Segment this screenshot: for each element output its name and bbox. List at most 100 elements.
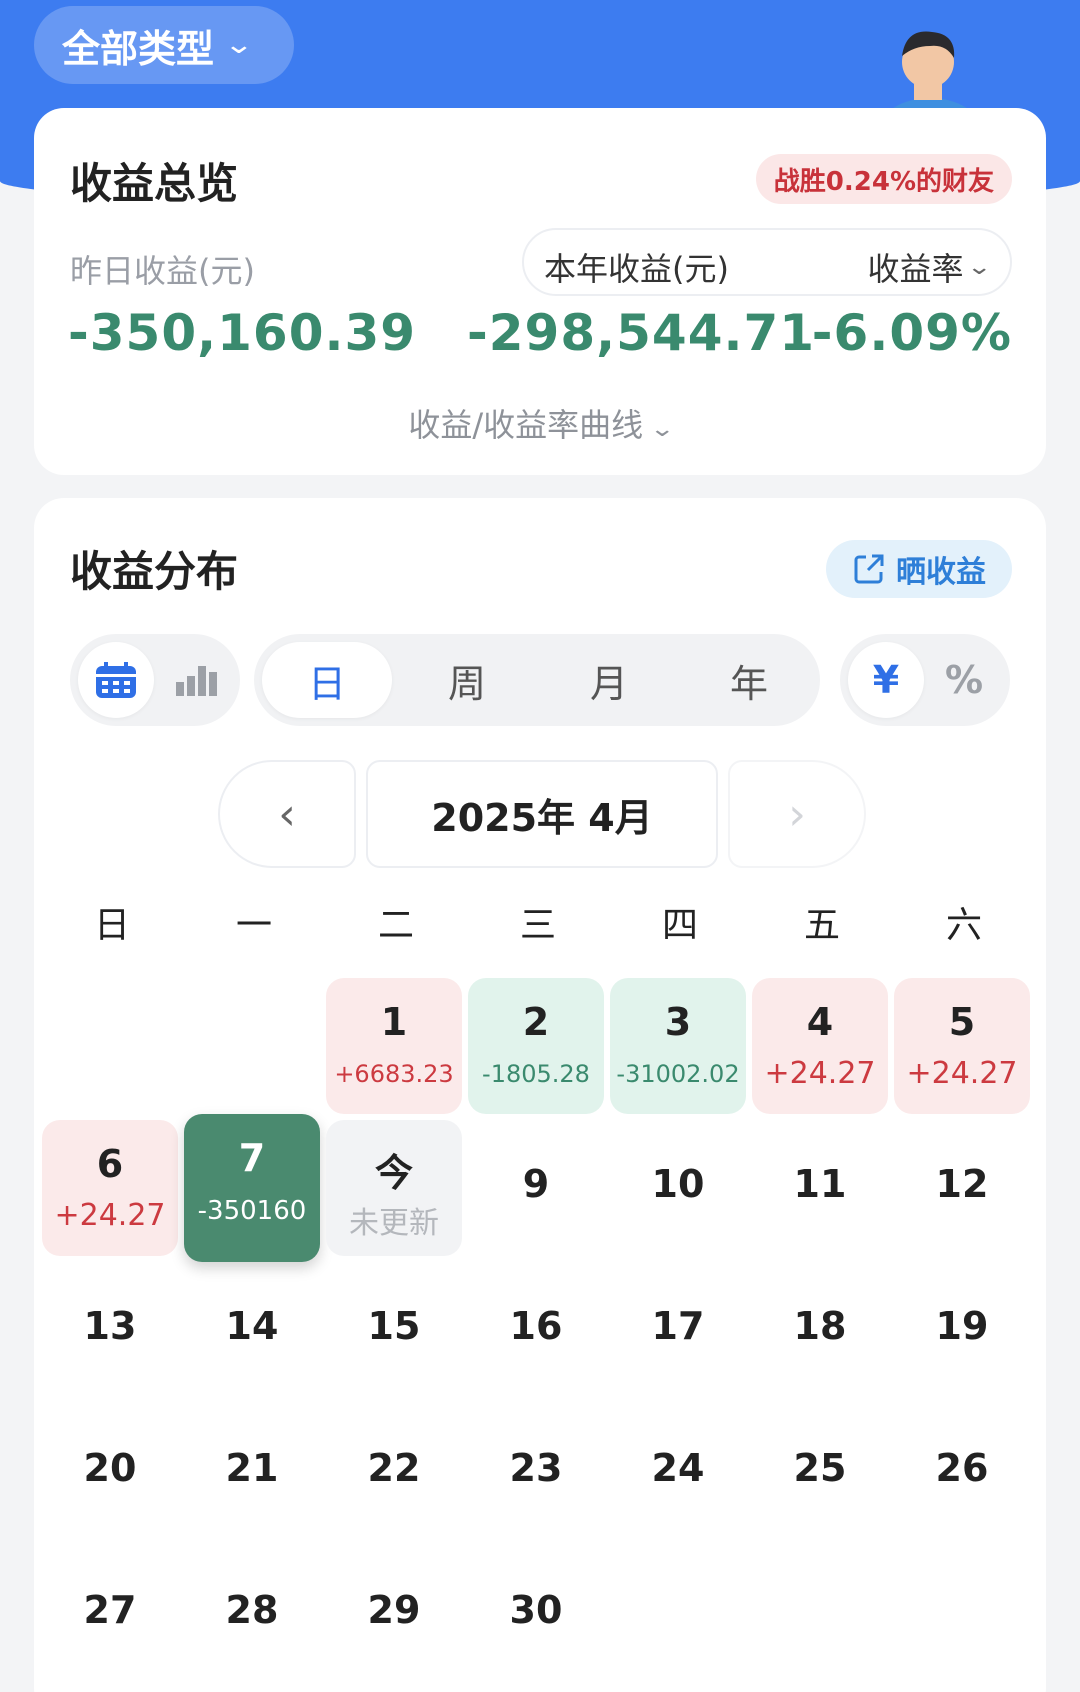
calendar-day[interactable]: 5 +24.27 [894,978,1030,1114]
day-number: 22 [367,1446,421,1490]
share-icon [854,554,884,584]
chevron-down-icon: ⌄ [965,254,992,280]
calendar-day[interactable]: 28 [184,1546,320,1682]
rate-dropdown[interactable]: 收益率 ⌄ [868,244,992,290]
period-tabs: 日 周 月 年 [254,634,820,726]
type-filter-dropdown[interactable]: 全部类型 ⌄ [34,6,294,84]
day-number: 1 [380,1000,408,1044]
calendar-day[interactable]: 27 [42,1546,178,1682]
calendar-day[interactable]: 26 [894,1404,1030,1540]
tab-day[interactable]: 日 [262,642,392,718]
type-filter-label: 全部类型 [62,26,215,71]
year-earnings-value: -298,544.71 [467,304,816,362]
day-number: 25 [793,1446,847,1490]
calendar-icon [96,662,136,698]
weekday-header: 日 一 二 三 四 五 六 [42,896,1042,946]
overview-title: 收益总览 [70,159,239,208]
weekday-mon: 一 [235,905,272,946]
day-number: 10 [651,1162,705,1206]
day-number: 4 [806,1000,834,1044]
day-number: 6 [96,1142,124,1186]
calendar-day[interactable]: 21 [184,1404,320,1540]
calendar-day[interactable]: 3 -31002.02 [610,978,746,1114]
chart-view-button[interactable] [158,642,234,718]
tab-week[interactable]: 周 [402,642,532,718]
day-number: 19 [935,1304,989,1348]
day-number: 14 [225,1304,279,1348]
calendar-day[interactable]: 18 [752,1262,888,1398]
calendar-day[interactable]: 30 [468,1546,604,1682]
day-number: 24 [651,1446,705,1490]
tab-month[interactable]: 月 [544,642,674,718]
day-number: 27 [83,1588,137,1632]
day-earnings: -1805.28 [482,1060,590,1088]
calendar-day[interactable]: 4 +24.27 [752,978,888,1114]
chevron-right-icon: › [788,788,806,840]
prev-month-button[interactable]: ‹ [218,760,356,868]
calendar-day[interactable]: 25 [752,1404,888,1540]
day-number: 17 [651,1304,705,1348]
distribution-title: 收益分布 [70,547,239,596]
day-earnings: 未更新 [349,1206,439,1241]
day-number: 12 [935,1162,989,1206]
share-label: 晒收益 [896,555,986,590]
calendar-day[interactable]: 1 +6683.23 [326,978,462,1114]
weekday-thu: 四 [661,905,698,946]
day-number: 16 [509,1304,563,1348]
calendar-day[interactable]: 10 [610,1120,746,1256]
day-number: 29 [367,1588,421,1632]
yesterday-earnings-label: 昨日收益(元) [70,252,255,290]
weekday-sat: 六 [945,905,982,946]
calendar-day[interactable]: 22 [326,1404,462,1540]
curve-toggle-label: 收益/收益率曲线 [408,406,644,444]
year-rate-selector[interactable]: 本年收益(元) 收益率 ⌄ [522,228,1012,296]
calendar-day[interactable]: 14 [184,1262,320,1398]
calendar-day[interactable]: 24 [610,1404,746,1540]
day-number: 26 [935,1446,989,1490]
calendar-day[interactable]: 9 [468,1120,604,1256]
day-earnings: -350160 [197,1196,307,1226]
calendar-day[interactable]: 17 [610,1262,746,1398]
unit-yuan-button[interactable]: ¥ [848,642,924,718]
overview-card: 收益总览 战胜0.24%的财友 昨日收益(元) 本年收益(元) 收益率 ⌄ -3… [34,108,1046,475]
distribution-card: 收益分布 晒收益 日 周 月 年 ¥ % ‹ 2025年 4月 › 日 一 二 … [34,498,1046,1692]
calendar-day[interactable]: 29 [326,1546,462,1682]
calendar-day[interactable]: 20 [42,1404,178,1540]
calendar-day[interactable]: 7 -350160 [184,1114,320,1262]
weekday-wed: 三 [519,905,556,946]
chevron-down-icon: ⌄ [223,30,255,60]
month-label[interactable]: 2025年 4月 [366,760,718,868]
day-earnings: -31002.02 [616,1060,740,1088]
unit-toggle: ¥ % [840,634,1010,726]
calendar-view-button[interactable] [78,642,154,718]
calendar-day[interactable]: 2 -1805.28 [468,978,604,1114]
calendar-day[interactable]: 13 [42,1262,178,1398]
calendar-day[interactable]: 23 [468,1404,604,1540]
day-number: 23 [509,1446,563,1490]
calendar-day[interactable]: 16 [468,1262,604,1398]
tab-year[interactable]: 年 [684,642,814,718]
calendar-day[interactable]: 11 [752,1120,888,1256]
day-number: 今 [374,1151,413,1195]
calendar-day[interactable]: 12 [894,1120,1030,1256]
day-number: 15 [367,1304,421,1348]
day-earnings: +24.27 [906,1056,1018,1091]
beat-percent-badge: 战胜0.24%的财友 [755,154,1012,204]
calendar-day[interactable]: 15 [326,1262,462,1398]
unit-percent-button[interactable]: % [926,642,1002,718]
next-month-button[interactable]: › [728,760,866,868]
calendar-day[interactable]: 今未更新 [326,1120,462,1256]
share-earnings-button[interactable]: 晒收益 [826,540,1012,598]
day-number: 3 [664,1000,692,1044]
chevron-down-icon: ⌄ [649,417,676,442]
calendar-day[interactable]: 6 +24.27 [42,1120,178,1256]
yesterday-earnings-value: -350,160.39 [68,304,417,362]
day-number: 21 [225,1446,279,1490]
day-number: 28 [225,1588,279,1632]
calendar-day[interactable]: 19 [894,1262,1030,1398]
chevron-left-icon: ‹ [278,788,296,840]
curve-toggle[interactable]: 收益/收益率曲线 ⌄ [34,400,1046,446]
weekday-sun: 日 [93,905,130,946]
year-earnings-label: 本年收益(元) [544,250,729,288]
view-mode-toggle [70,634,240,726]
